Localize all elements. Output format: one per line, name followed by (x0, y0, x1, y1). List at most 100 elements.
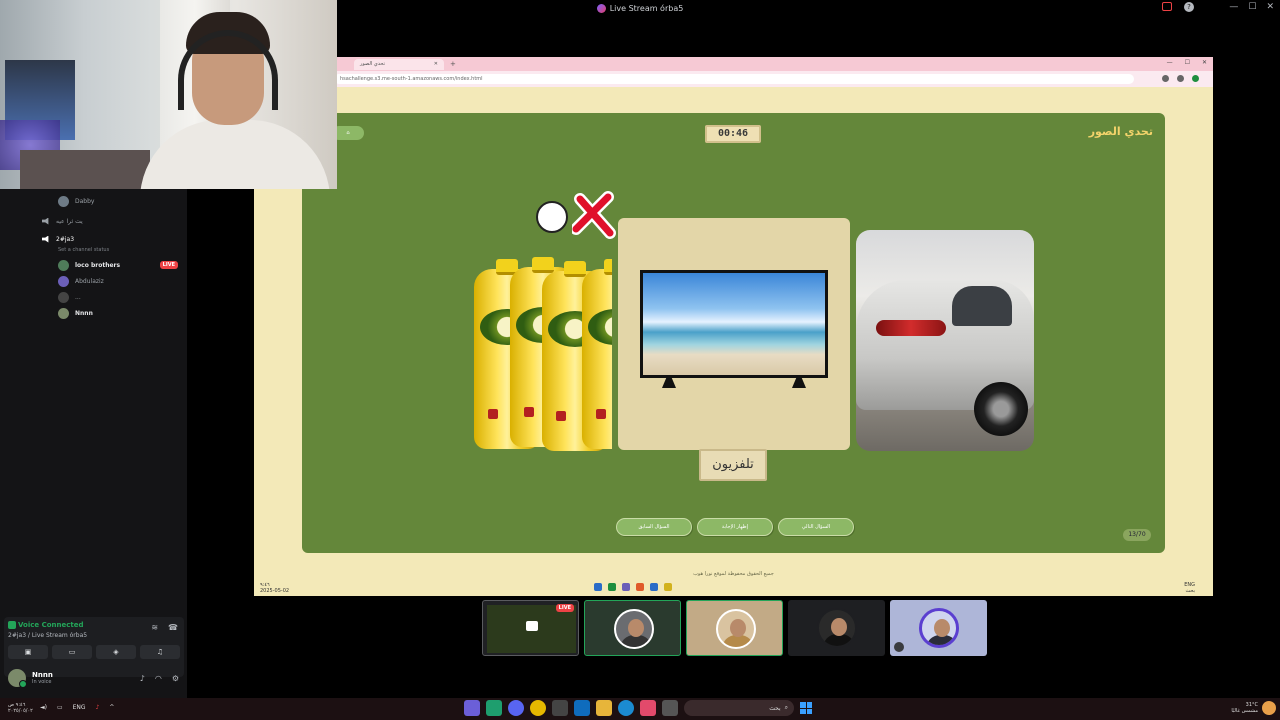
extension-icon[interactable] (1177, 75, 1184, 82)
app-icon[interactable] (508, 700, 524, 716)
background-shelf (20, 150, 150, 189)
next-question-button[interactable]: السؤال التالي (778, 518, 854, 536)
my-username: Nnnn (32, 671, 53, 679)
soundboard-button[interactable]: ♫ (140, 645, 180, 659)
disconnect-icon[interactable]: ☎ (168, 623, 178, 632)
noise-suppression-icon[interactable]: ≋ (151, 623, 158, 632)
help-icon[interactable]: ? (1184, 2, 1194, 12)
chevron-up-icon[interactable]: ^ (109, 704, 114, 711)
new-tab-icon[interactable]: + (450, 60, 456, 68)
windows-taskbar: ٩:٤٦ ص ٢٠٢٥/٠٥/٠٢ ◄) ▭ ENG ♪ ^ بحث ⌕ 31°… (0, 698, 1280, 720)
game-title: تحدي الصور (1088, 125, 1153, 138)
window-title-text: Live Stream órba5 (609, 3, 684, 13)
stop-stream-icon[interactable] (1162, 2, 1172, 11)
app-icon (608, 583, 616, 591)
mic-icon[interactable]: ♪ (96, 704, 100, 711)
avatar (58, 291, 69, 303)
address-bar[interactable]: hsachallenge.s3.me-south-1.amazonaws.com… (334, 74, 1134, 84)
channel-status[interactable]: Set a channel status (38, 247, 184, 257)
speaker-icon (42, 235, 49, 243)
maximize-button[interactable]: ☐ (1248, 2, 1256, 12)
car-taillight (876, 320, 946, 336)
app-icon[interactable] (486, 700, 502, 716)
app-icon[interactable] (662, 700, 678, 716)
discord-app-icon[interactable] (464, 700, 480, 716)
browser-close-button[interactable]: ✕ (1202, 59, 1207, 66)
participant-tile[interactable] (788, 600, 885, 656)
participant-tile[interactable] (890, 600, 987, 656)
image-card-car[interactable] (856, 230, 1034, 451)
app-icon[interactable] (552, 700, 568, 716)
windows-start-icon[interactable] (800, 702, 812, 714)
app-icon (594, 583, 602, 591)
voice-channel-idle[interactable]: يت ثرا عيه (38, 213, 184, 229)
taskbar-search[interactable]: بحث ⌕ (684, 700, 794, 716)
tv-leg (662, 378, 676, 388)
streamer-date: 2025-05-02 (260, 588, 290, 594)
voice-user[interactable]: Abdulaziz (38, 273, 184, 289)
avatar (58, 195, 69, 207)
image-card-oil[interactable] (474, 249, 612, 451)
live-badge: LIVE (555, 604, 574, 612)
headphones-icon[interactable]: ◠ (155, 674, 162, 683)
voice-location[interactable]: 2#ja3 / Live Stream órba5 (8, 632, 87, 639)
streamer-search: بحث (1185, 588, 1195, 594)
app-icon (622, 583, 630, 591)
voice-user[interactable]: Dabby (38, 193, 184, 209)
streamer-taskbar-apps (594, 583, 672, 591)
browser-tab[interactable]: تحدي الصور ✕ (354, 58, 444, 70)
voice-channel-name: يت ثرا عيه (56, 217, 83, 225)
page-footer: جميع الحقوق محفوظة لموقع نورا هوب (693, 571, 774, 577)
edge-icon[interactable] (618, 700, 634, 716)
file-explorer-icon[interactable] (596, 700, 612, 716)
live-badge: LIVE (159, 261, 178, 269)
profile-icon[interactable] (1192, 75, 1199, 82)
settings-gear-icon[interactable]: ⚙ (172, 674, 179, 683)
search-icon: ⌕ (784, 704, 788, 711)
weather-desc[interactable]: مشمس غالبًا (1231, 708, 1258, 714)
app-icon[interactable] (640, 700, 656, 716)
minimize-button[interactable]: — (1229, 2, 1238, 12)
chrome-icon[interactable] (530, 700, 546, 716)
volume-icon[interactable]: ◄) (40, 704, 47, 711)
stream-view[interactable]: تحدي الصور ✕ + — ☐ ✕ hsachallenge.s3.me-… (254, 57, 1213, 596)
voice-user[interactable]: ... (38, 289, 184, 305)
outlook-icon[interactable] (574, 700, 590, 716)
camera-button[interactable]: ▣ (8, 645, 48, 659)
reveal-answer-button[interactable]: إظهار الإجابة (697, 518, 773, 536)
avatar (58, 275, 69, 287)
tv-image (640, 270, 828, 378)
close-button[interactable]: ✕ (1266, 2, 1274, 12)
activities-button[interactable]: ◈ (96, 645, 136, 659)
voice-connected-label[interactable]: Voice Connected (18, 621, 84, 629)
voice-user[interactable]: Nnnn (38, 305, 184, 321)
star-icon[interactable] (1162, 75, 1169, 82)
discord-sidebar: Dabby يت ثرا عيه 2#ja3 Set a channel sta… (0, 189, 187, 720)
language-indicator[interactable]: ENG (73, 704, 86, 711)
voice-channel-active[interactable]: 2#ja3 (38, 231, 184, 247)
browser-maximize-button[interactable]: ☐ (1185, 59, 1190, 66)
share-screen-button[interactable]: ▭ (52, 645, 92, 659)
participant-tile[interactable] (686, 600, 783, 656)
system-date[interactable]: ٢٠٢٥/٠٥/٠٢ (8, 708, 33, 714)
participant-tile-stream[interactable]: LIVE (482, 600, 579, 656)
participant-tile[interactable] (584, 600, 681, 656)
app-icon (664, 583, 672, 591)
webcam-feed (0, 0, 337, 189)
avatar (919, 608, 959, 648)
avatar[interactable] (8, 669, 27, 688)
browser-minimize-button[interactable]: — (1167, 59, 1173, 66)
previous-question-button[interactable]: السؤال السابق (616, 518, 692, 536)
browser-tab-title: تحدي الصور (360, 60, 385, 67)
stream-icon (526, 621, 538, 631)
signal-icon (8, 621, 16, 629)
close-tab-icon[interactable]: ✕ (434, 61, 438, 68)
voice-user-name: loco brothers (75, 261, 121, 269)
avatar (817, 608, 857, 648)
voice-user[interactable]: loco brothers LIVE (38, 257, 184, 273)
weather-icon[interactable] (1262, 701, 1276, 715)
microphone-icon[interactable]: ♪ (140, 674, 145, 683)
image-card-tv[interactable] (618, 218, 850, 450)
network-icon[interactable]: ▭ (57, 704, 63, 711)
avatar (58, 307, 69, 319)
